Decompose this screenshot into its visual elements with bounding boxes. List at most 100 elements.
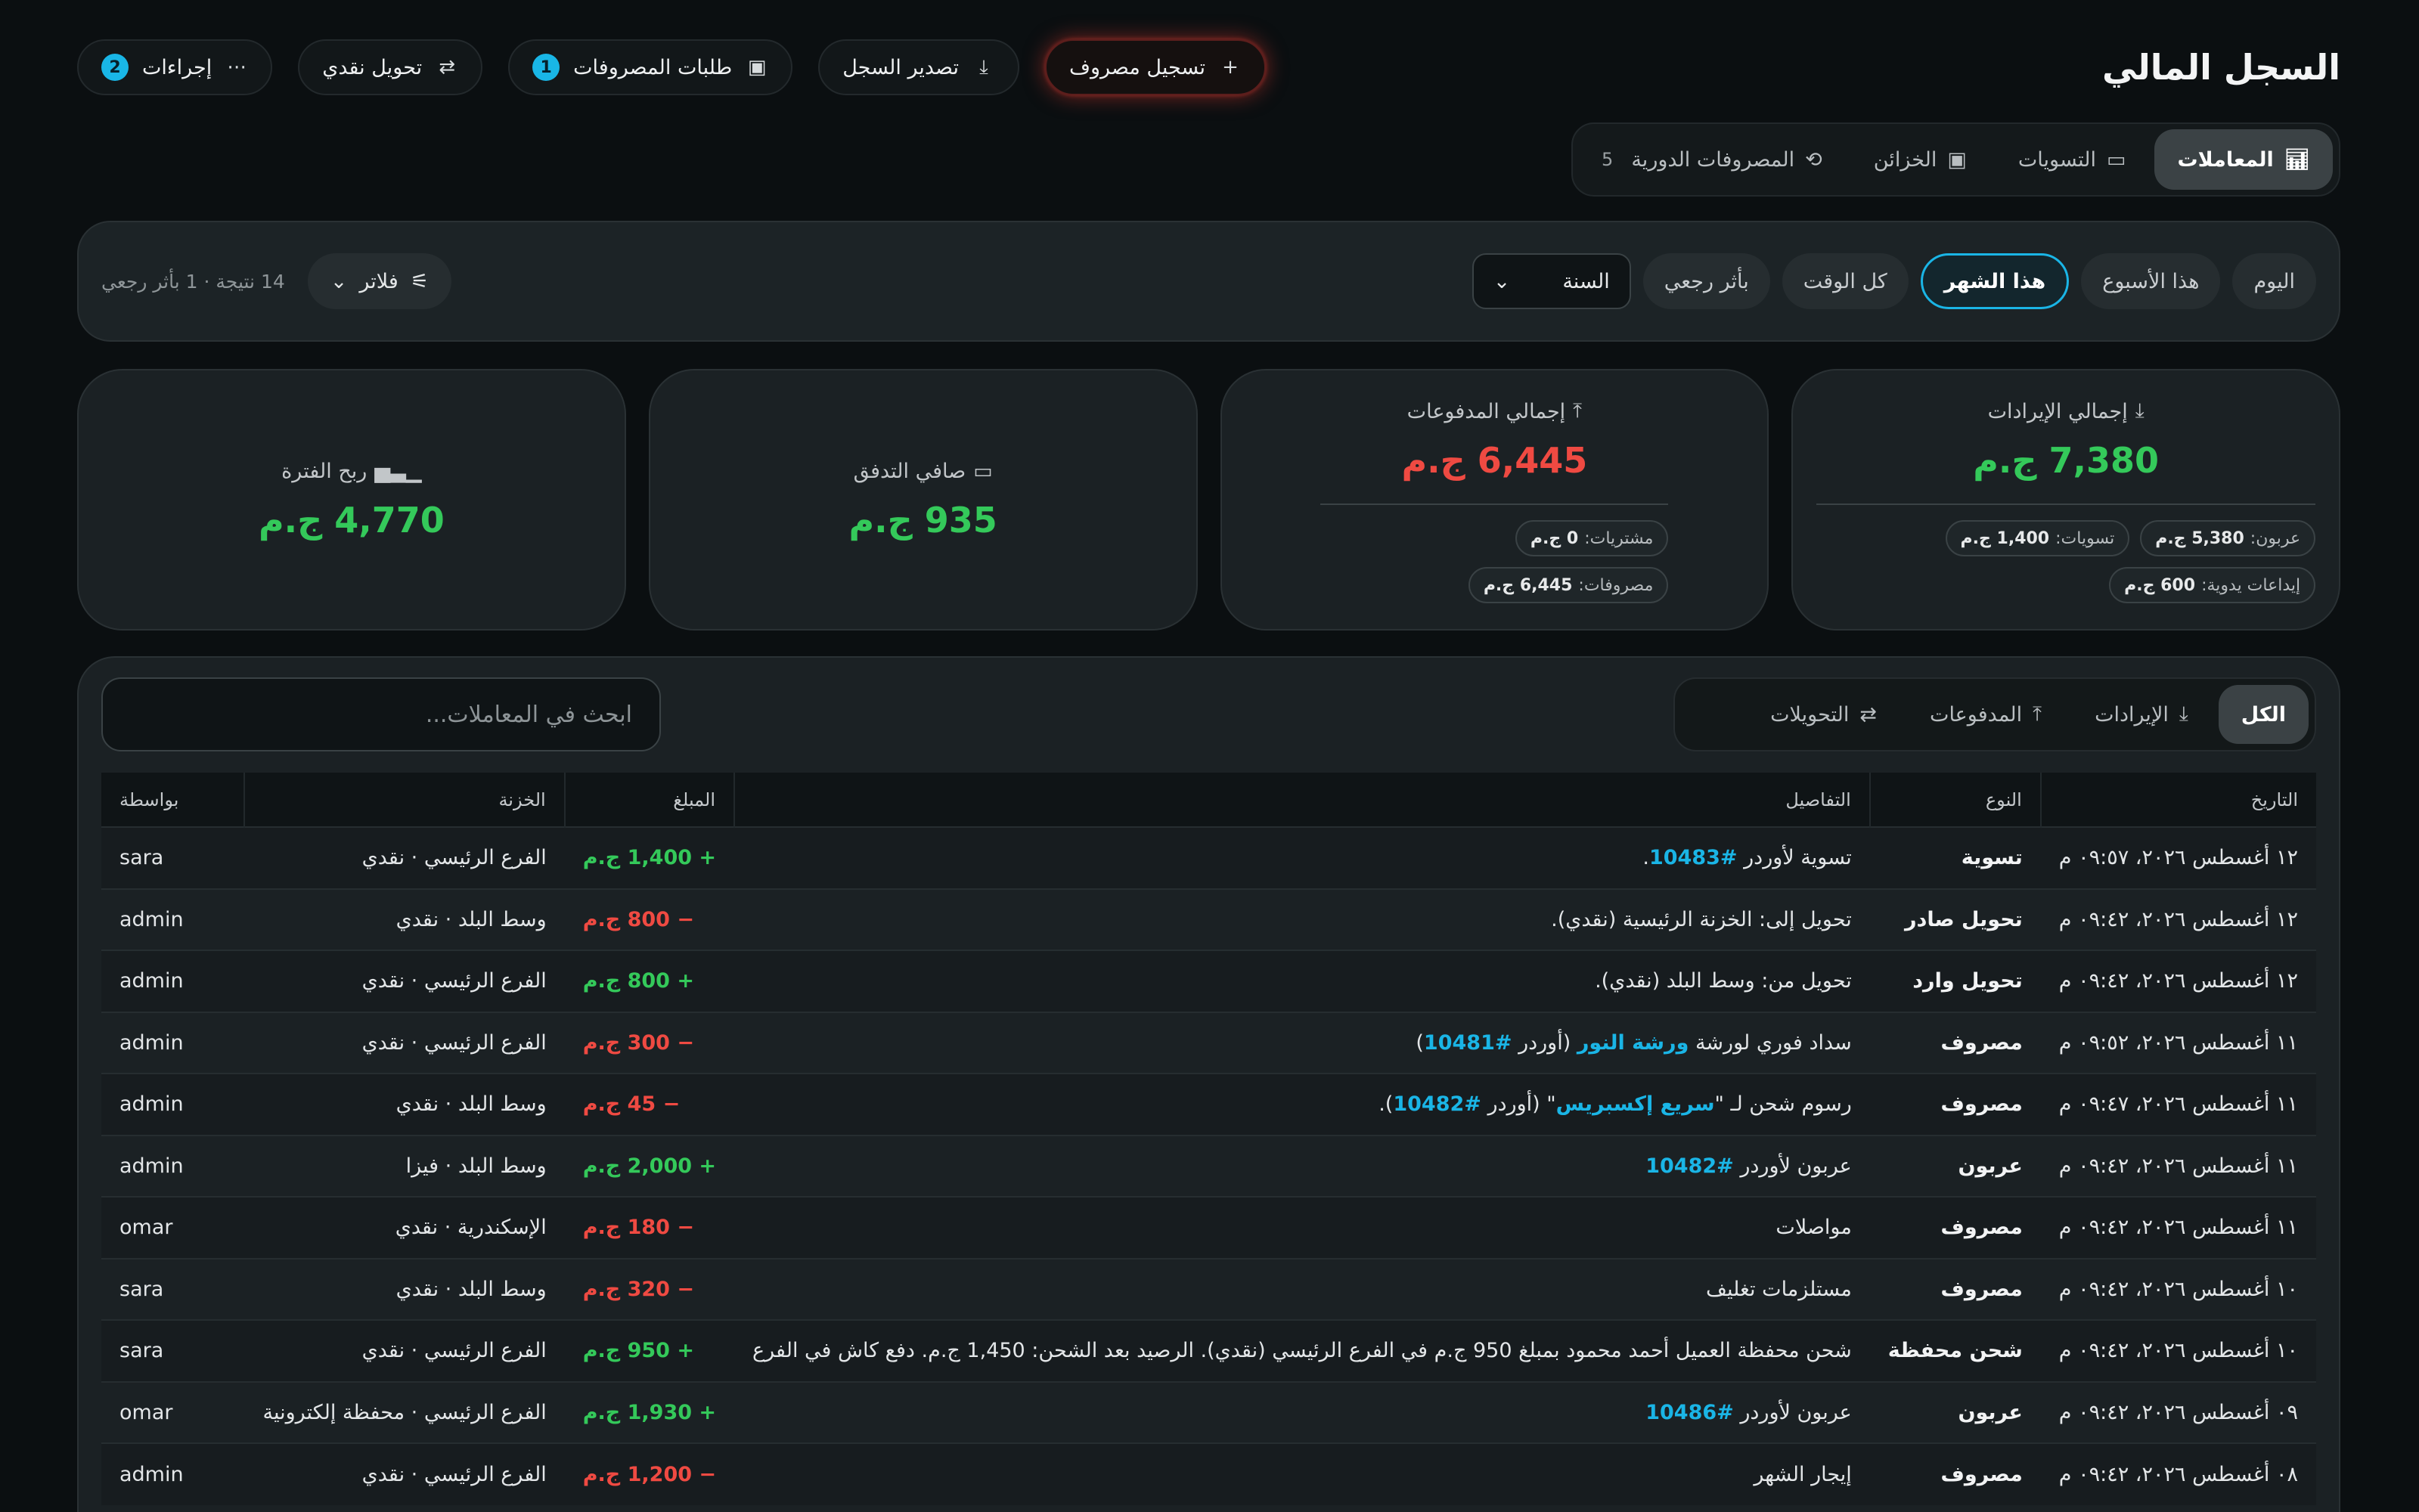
tab-settlements[interactable]: ▭ التسويات [1996, 129, 2149, 190]
cell-details: شحن محفظة العميل أحمد محمود بمبلغ 950 ج.… [734, 1320, 1870, 1382]
chip-value: 600 ج.م [2124, 575, 2196, 595]
year-select[interactable]: السنة ⌄ [1472, 253, 1631, 309]
divider [1816, 503, 2316, 505]
tab-recurring-expenses[interactable]: ⟲ المصروفات الدورية 5 [1579, 129, 1845, 190]
period-this-week[interactable]: هذا الأسبوع [2081, 253, 2221, 309]
cell-amount: − 800 ج.م [582, 907, 695, 931]
cell-type: مصروف [1940, 1216, 2023, 1240]
cell-by: admin [119, 1030, 184, 1055]
order-link[interactable]: #10482 [1393, 1092, 1481, 1116]
table-row[interactable]: ١١ أغسطس ٢٠٢٦، ٠٩:٥٢ م مصروف سداد فوري لور… [101, 1012, 2316, 1074]
table-row[interactable]: ١١ أغسطس ٢٠٢٦، ٠٩:٤٧ م مصروف رسوم شحن لـ "… [101, 1074, 2316, 1136]
details-link[interactable]: ورشة النور [1577, 1031, 1689, 1055]
table-row[interactable]: ١٠ أغسطس ٢٠٢٦، ٠٩:٤٢ م مصروف مستلزمات تغلي… [101, 1258, 2316, 1321]
details-text: (أوردر [1512, 1030, 1577, 1055]
table-row[interactable]: ١٠ أغسطس ٢٠٢٦، ٠٩:٤٢ م شحن محفظة شحن محفظة… [101, 1320, 2316, 1382]
tab-payments[interactable]: ⤒ المدفوعات [1907, 685, 2064, 744]
period-today[interactable]: اليوم [2232, 253, 2316, 309]
wallet-icon: ▭ [2106, 147, 2126, 172]
cell-date: ١٢ أغسطس ٢٠٢٦، ٠٩:٤٢ م [2058, 969, 2298, 993]
more-dots-icon: ⋯ [227, 56, 247, 79]
filters-button[interactable]: ⚟ فلاتر ⌄ [307, 253, 452, 309]
actions-badge: 2 [101, 54, 129, 81]
details-link[interactable]: #10486 [1645, 1401, 1734, 1424]
filters-label: فلاتر [359, 269, 399, 293]
cell-type: عربون [1958, 1400, 2023, 1424]
cell-vault: الفرع الرئيسي · نقدي [361, 1462, 547, 1486]
table-row[interactable]: ٠٨ أغسطس ٢٠٢٦، ٠٩:٤٢ م مصروف إيجار الشهر − … [101, 1443, 2316, 1505]
cell-amount: − 45 ج.م [582, 1092, 681, 1117]
table-row[interactable]: ١١ أغسطس ٢٠٢٦، ٠٩:٤٢ م عربون عربون لأوردر … [101, 1135, 2316, 1197]
tab-transfers[interactable]: ⇄ التحويلات [1748, 685, 1900, 744]
cell-vault: الفرع الرئيسي · نقدي [361, 846, 547, 870]
cell-details: تحويل إلى: الخزنة الرئيسية (نقدي). [734, 889, 1870, 951]
table-row[interactable]: ٠٩ أغسطس ٢٠٢٦، ٠٩:٤٢ م عربون عربون لأوردر … [101, 1381, 2316, 1444]
period-profit-value: 4,770 ج.م [258, 499, 445, 541]
chevron-down-icon: ⌄ [1493, 269, 1511, 293]
cell-amount: + 800 ج.م [582, 969, 695, 993]
net-flow-label: صافي التدفق [853, 459, 966, 483]
chip-value: 5,380 ج.م [2155, 528, 2244, 548]
download-icon: ⤓ [2135, 399, 2145, 423]
chip-key: عربون: [2250, 528, 2301, 548]
tab-transactions[interactable]: 📊︎ المعاملات [2154, 129, 2333, 190]
search-input[interactable]: ابحث في المعاملات... [101, 677, 661, 751]
details-link[interactable]: #10483 [1649, 846, 1738, 869]
details-link[interactable]: #10482 [1645, 1154, 1734, 1178]
table-row[interactable]: ١٢ أغسطس ٢٠٢٦، ٠٩:٤٢ م تحويل وارد تحويل من… [101, 950, 2316, 1012]
chip-value: 0 ج.م [1530, 528, 1579, 548]
total-income-value: 7,380 ج.م [1973, 440, 2160, 481]
cash-transfer-button[interactable]: ⇄ تحويل نقدي [298, 39, 483, 95]
cell-details: مستلزمات تغليف [734, 1259, 1870, 1321]
total-payments-label-row: ⤒ إجمالي المدفوعات [1407, 399, 1582, 423]
cell-amount: − 320 ج.م [582, 1277, 695, 1301]
plus-icon: + [1222, 56, 1239, 79]
cell-by: omar [119, 1216, 173, 1240]
details-text: " (أوردر [1481, 1092, 1556, 1117]
cell-details: عربون لأوردر #10486 [734, 1382, 1870, 1444]
period-this-month[interactable]: هذا الشهر [1920, 253, 2070, 309]
table-row[interactable]: ١١ أغسطس ٢٠٢٦، ٠٩:٤٢ م مصروف مواصلات − 180 … [101, 1197, 2316, 1259]
chevron-down-icon: ⌄ [330, 269, 348, 293]
cell-vault: وسط البلد · نقدي [395, 907, 547, 931]
cell-vault: وسط البلد · نقدي [395, 1092, 547, 1117]
tab-income[interactable]: ⤓ الإيرادات [2072, 685, 2211, 744]
record-expense-button[interactable]: + تسجيل مصروف [1044, 39, 1266, 95]
col-type: النوع [1869, 773, 2041, 827]
cell-date: ١١ أغسطس ٢٠٢٦، ٠٩:٥٢ م [2058, 1030, 2298, 1055]
transactions-table: التاريخ النوع التفاصيل المبلغ الخزنة بوا… [101, 773, 2316, 1505]
cell-by: admin [119, 1154, 184, 1178]
cell-type: تحويل صادر [1905, 907, 2023, 931]
tab-vaults-label: الخزائن [1873, 147, 1937, 172]
cell-by: omar [119, 1400, 173, 1424]
actions-menu-button[interactable]: ⋯ إجراءات 2 [77, 39, 273, 95]
period-all-time[interactable]: كل الوقت [1782, 253, 1909, 309]
details-link[interactable]: سريع إكسبريس [1556, 1092, 1715, 1116]
cell-type: تسوية [1961, 846, 2023, 870]
transactions-panel: الكل ⤓ الإيرادات ⤒ المدفوعات ⇄ التحويلات… [77, 656, 2340, 1512]
cell-vault: وسط البلد · فيزا [405, 1154, 547, 1178]
tab-all[interactable]: الكل [2218, 685, 2309, 744]
repeat-icon: ⟲ [1805, 147, 1822, 172]
details-text: تحويل من: وسط البلد (نقدي). [1595, 969, 1852, 993]
year-select-value: السنة [1562, 269, 1610, 293]
net-flow-value: 935 ج.م [848, 499, 997, 541]
transaction-type-tabs: الكل ⤓ الإيرادات ⤒ المدفوعات ⇄ التحويلات [1673, 677, 2316, 751]
export-ledger-button[interactable]: ⤓ تصدير السجل [818, 39, 1019, 95]
upload-icon: ⤒ [2033, 702, 2042, 726]
tab-vaults[interactable]: ▣ الخزائن [1851, 129, 1989, 190]
cell-date: ١١ أغسطس ٢٠٢٦، ٠٩:٤٢ م [2058, 1216, 2298, 1240]
cell-amount: + 1,400 ج.م [582, 846, 717, 870]
period-profit-label: ربح الفترة [281, 459, 368, 483]
details-text: ) [1416, 1030, 1424, 1055]
cell-by: admin [119, 907, 184, 931]
chip-value: 1,400 ج.م [1960, 528, 2050, 548]
expense-requests-button[interactable]: ▣ طلبات المصروفات 1 [508, 39, 793, 95]
table-row[interactable]: ١٢ أغسطس ٢٠٢٦، ٠٩:٥٧ م تسوية تسوية لأوردر … [101, 827, 2316, 889]
swap-icon: ⇄ [439, 56, 456, 79]
order-link[interactable]: #10481 [1424, 1031, 1512, 1055]
period-retroactive[interactable]: بأثر رجعي [1642, 253, 1770, 309]
cell-amount: + 2,000 ج.م [582, 1154, 717, 1178]
table-row[interactable]: ١٢ أغسطس ٢٠٢٦، ٠٩:٤٢ م تحويل صادر تحويل إل… [101, 888, 2316, 951]
cell-type: مصروف [1940, 1092, 2023, 1117]
